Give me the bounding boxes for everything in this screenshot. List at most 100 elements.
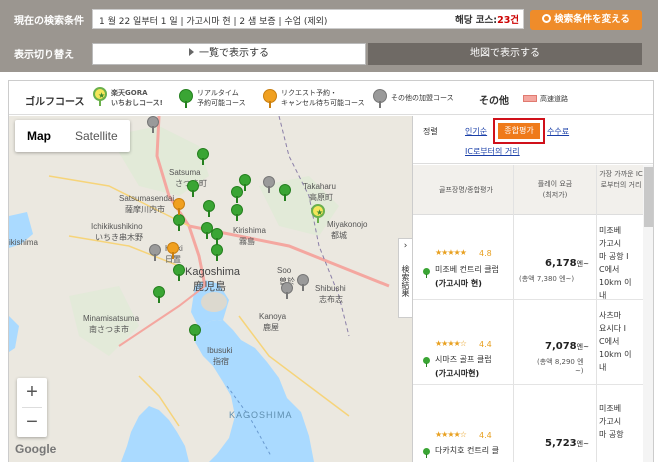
course-row[interactable]: ★★★★★ 4.8 미조베 컨트리 클럽 (가고시마 현) 6,178엔~ (총… [413,216,643,300]
course-price-total: (총액 8,290 엔 ~) [537,358,584,375]
map-pin-green[interactable] [231,204,243,221]
course-price-unit: 엔~ [576,260,589,268]
list-view-button[interactable]: 一覧で表示する [92,43,366,65]
green-pin-icon [423,448,430,458]
map-label-satsuma: Satsuma [169,168,201,177]
course-ic-distance: 미조베 가고시 마 공항 I C에서 10km 이 내 [599,226,632,300]
course-price-total: (총액 7,380 엔~) [519,275,575,283]
display-toggle-row: 表示切り替え 一覧で表示する 地図で表示する [0,41,658,67]
course-price-value: 7,078 [545,341,577,352]
course-prefecture: (가고시마현) [435,369,480,378]
map-label-kagoshima-jp: 鹿児島 [193,281,226,293]
map-label-left-edge: ikishima [9,238,38,247]
zoom-in-button[interactable]: + [17,378,47,407]
course-price-value: 6,178 [545,258,577,269]
legend-request-label: リクエスト予約・ キャンセル待ち可能コース [281,89,365,107]
course-name-link[interactable]: 시마즈 골프 클럽 [435,354,492,365]
google-logo: Google [15,442,57,456]
map-label-ibusuki: Ibusuki [207,346,233,355]
rating-stars: ★★★★☆ [435,339,467,348]
map-label-miyakonojo-jp: 都城 [331,231,347,240]
sort-popular-link[interactable]: 인기순 [465,126,487,137]
search-condition-label: 現在の検索条件 [14,16,84,27]
scrollbar-thumb[interactable] [644,167,653,227]
map-pin-gray[interactable] [297,274,309,291]
course-name-link[interactable]: 다카치호 컨트리 클 [435,445,499,456]
gora-pin-icon: ★ [93,87,107,106]
map-view-button[interactable]: 地図で表示する [368,43,642,65]
sakurajima-island [201,292,227,312]
map-pin-green[interactable] [203,200,215,217]
map-type-satellite-button[interactable]: Satellite [63,120,130,152]
side-tab-label: 検索結果 [401,265,410,297]
map-pin-green[interactable] [279,184,291,201]
header-ic-distance: 가장 가까운 IC 로부터의 거리 [599,170,643,189]
map-legend: ゴルフコース ★ 楽天GORA いちおしコース! リアルタイム 予約可能コース … [9,81,653,115]
map-label-kirishima: Kirishima [233,226,266,235]
map-type-map-button[interactable]: Map [15,120,63,152]
sort-ic-distance-link[interactable]: IC로부터의 거리 [465,146,520,157]
search-condition-bar: 現在の検索条件 1 월 22 일부터 1 일 | 가고시마 현 | 2 샘 보증… [0,0,658,72]
map-pin-gora[interactable]: ★ [311,204,325,223]
map-label-shibushi: Shibushi [315,284,346,293]
map-pin-gray[interactable] [147,116,159,133]
hit-count-prefix: 해당 코스: [455,15,498,26]
map-label-ichikikushikino: Ichikikushikino [91,222,143,231]
map-label-kirishima-jp: 霧島 [239,237,255,246]
play-icon [189,48,194,56]
course-prefecture: (가고시마 현) [435,279,482,288]
map-pin-green[interactable] [173,214,185,231]
map-pin-green[interactable] [189,324,201,341]
map-pin-gray[interactable] [149,244,161,261]
legend-other-label: その他の加盟コース [391,94,454,102]
rating-value: 4.4 [479,431,492,440]
course-row[interactable]: ★★★★☆ 4.4 시마즈 골프 클럽 (가고시마현) 7,078엔~ (총액 … [413,301,643,385]
course-ic-distance: 사츠마 요시다 I C에서 10km 이 내 [599,311,632,372]
map-label-satsumasendai-jp: 薩摩川内市 [125,205,165,214]
sort-fee-link[interactable]: 수수료 [547,126,569,137]
green-pin-icon [423,268,430,278]
course-price-unit: 엔~ [576,343,589,351]
orange-pin-icon [263,89,277,108]
header-course-name: 골프장명/종합평가 [439,186,493,194]
sort-overall-highlight: 종합평가 [493,118,545,144]
course-price: 5,723엔~ [545,438,589,449]
rating-value: 4.8 [479,249,492,258]
map-pin-green[interactable] [173,264,185,281]
legend-highway-label: 高速道路 [540,95,568,103]
golf-course-map[interactable]: Satsuma さつま町 Satsumasendai 薩摩川内市 Ichikik… [9,116,412,462]
search-icon [542,14,552,23]
sort-overall-button[interactable]: 종합평가 [498,123,540,139]
map-pin-orange[interactable] [167,242,179,259]
map-pin-green[interactable] [153,286,165,303]
map-label-soo: Soo [277,266,292,275]
change-search-button[interactable]: 検索条件を変える [530,10,642,30]
gray-pin-icon [373,89,387,108]
course-row[interactable]: ★★★★☆ 4.4 다카치호 컨트리 클 5,723엔~ 미조베 가고시 마 공… [413,386,643,462]
map-pin-green[interactable] [211,228,223,245]
legend-title: ゴルフコース [25,97,85,108]
rating-stars: ★★★★☆ [435,430,467,439]
search-condition-value: 1 월 22 일부터 1 일 | 가고시마 현 | 2 샘 보증 | 수업 (제… [99,17,328,27]
map-pin-green[interactable] [211,244,223,261]
zoom-out-button[interactable]: − [17,408,47,437]
course-price-unit: 엔~ [576,440,589,448]
green-pin-icon [179,89,193,108]
course-name-link[interactable]: 미조베 컨트리 클럽 [435,264,499,275]
map-label-kagoshima: Kagoshima [185,266,241,278]
results-scrollbar[interactable] [643,165,653,462]
map-label-miyakonojo: Miyakonojo [327,220,368,229]
map-pin-gray[interactable] [281,282,293,299]
results-table-header: 골프장명/종합평가 플레이 요금 (최저가) 가장 가까운 IC 로부터의 거리 [413,165,653,215]
rating-stars: ★★★★★ [435,248,467,257]
map-pin-green[interactable] [197,148,209,165]
map-pin-gray[interactable] [263,176,275,193]
display-toggle-label: 表示切り替え [14,50,74,61]
map-pin-orange[interactable] [173,198,185,215]
map-pin-green[interactable] [187,180,199,197]
results-side-tab[interactable]: › 検索結果 [398,238,412,318]
map-pin-green[interactable] [231,186,243,203]
list-view-label: 一覧で表示する [199,48,269,59]
map-label-satsumasendai: Satsumasendai [119,194,175,203]
map-label-kanoya-jp: 鹿屋 [263,323,279,332]
